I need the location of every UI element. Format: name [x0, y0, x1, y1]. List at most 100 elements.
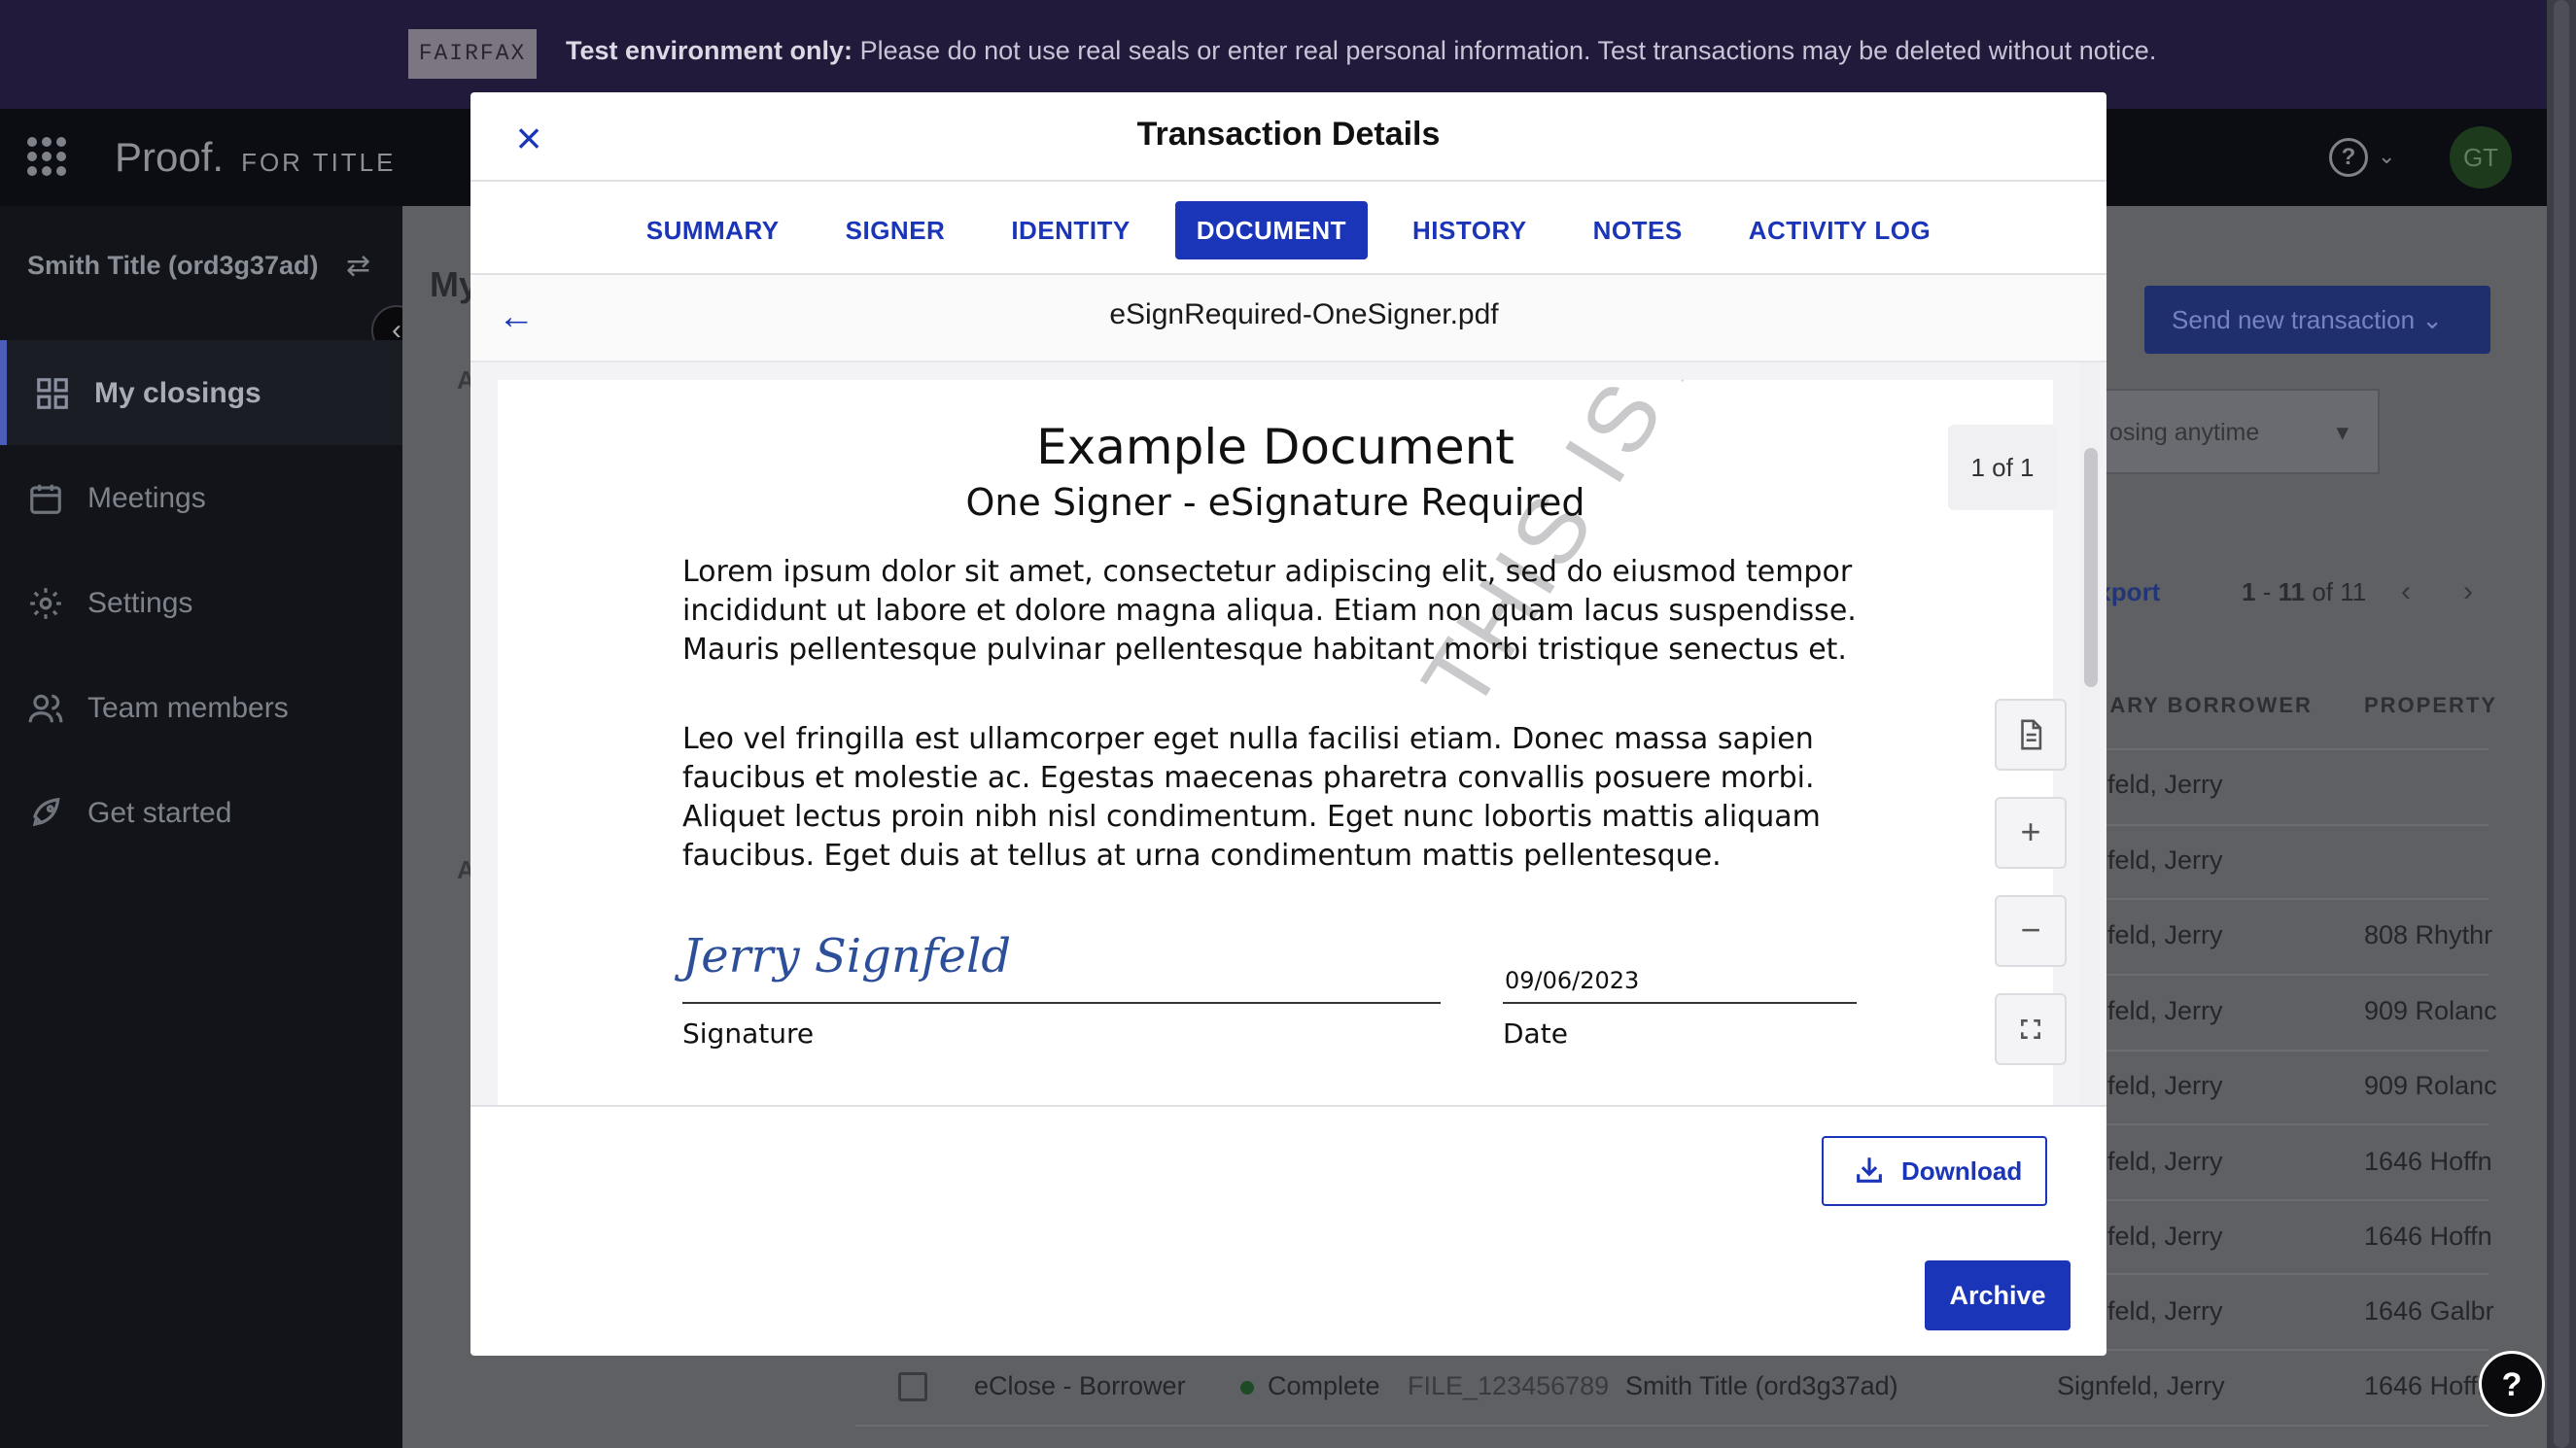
- transaction-details-modal: × Transaction Details SUMMARY SIGNER IDE…: [470, 92, 2106, 1356]
- modal-title: Transaction Details: [1136, 116, 1441, 153]
- sidebar-item-my-closings[interactable]: My closings: [0, 340, 402, 445]
- previous-page-icon[interactable]: ‹: [2401, 575, 2411, 608]
- table-cell-borrower: feld, Jerry: [2107, 845, 2223, 875]
- help-icon[interactable]: ?: [2479, 1351, 2545, 1417]
- zoom-in-button[interactable]: +: [1995, 797, 2067, 869]
- document-subtitle: One Signer - eSignature Required: [965, 481, 1585, 524]
- brand-name: Proof.: [115, 134, 225, 180]
- table-cell-borrower: feld, Jerry: [2107, 1147, 2223, 1176]
- document-paragraph: Leo vel fringilla est ullamcorper eget n…: [682, 722, 1821, 873]
- table-cell-property: 1646 Hoffn: [2364, 1222, 2492, 1251]
- tab-signer[interactable]: SIGNER: [824, 201, 967, 259]
- sidebar-item-label: Settings: [87, 587, 193, 619]
- chevron-down-icon: ⌄: [2421, 305, 2444, 334]
- sidebar-item-label: Meetings: [87, 482, 206, 514]
- signature-date: 09/06/2023: [1505, 967, 1640, 994]
- document-title: Example Document: [1036, 419, 1514, 475]
- table-cell-borrower: feld, Jerry: [2107, 996, 2223, 1025]
- banner-text: Please do not use real seals or enter re…: [859, 36, 2157, 65]
- pagination-info: 1 - 11 of 11: [2242, 577, 2367, 606]
- expand-icon: [2021, 1019, 2040, 1039]
- table-cell-org: Smith Title (ord3g37ad): [1625, 1371, 1898, 1400]
- tab-document[interactable]: DOCUMENT: [1174, 201, 1368, 259]
- tab-activity-log[interactable]: ACTIVITY LOG: [1727, 201, 1953, 259]
- signature: Jerry Signfeld: [682, 929, 1012, 983]
- tab-identity[interactable]: IDENTITY: [990, 201, 1151, 259]
- table-cell-type: eClose - Borrower: [974, 1371, 1186, 1400]
- table-cell-property: 1646 Galbr: [2364, 1296, 2494, 1326]
- calendar-icon: [30, 484, 61, 514]
- document-paragraph: Lorem ipsum dolor sit amet, consectetur …: [682, 555, 1857, 667]
- archive-button[interactable]: Archive: [1925, 1260, 2071, 1330]
- column-header-borrower[interactable]: MARY BORROWER: [2090, 693, 2313, 718]
- zoom-out-button[interactable]: −: [1995, 895, 2067, 967]
- question-circle-icon[interactable]: ?: [2329, 138, 2368, 177]
- sidebar-item-label: Get started: [87, 797, 232, 829]
- table-cell-borrower: feld, Jerry: [2107, 1296, 2223, 1326]
- pager-start: 1: [2242, 577, 2256, 606]
- table-cell-borrower: feld, Jerry: [2107, 920, 2223, 949]
- brand-suffix: FOR TITLE: [241, 148, 397, 177]
- document-viewer[interactable]: THIS IS A TEST DOCUMENT Example Document…: [470, 362, 2106, 1105]
- rocket-icon: [32, 797, 60, 827]
- gear-icon: [30, 588, 61, 619]
- app-launcher-icon[interactable]: [27, 137, 66, 176]
- chevron-down-icon[interactable]: ⌄: [2378, 144, 2395, 169]
- table-cell-property: 909 Rolanc: [2364, 996, 2497, 1025]
- sidebar-item-meetings[interactable]: Meetings: [0, 445, 402, 550]
- table-cell-property: 1646 Hoffn: [2364, 1147, 2492, 1176]
- document-name: eSignRequired-OneSigner.pdf: [1109, 298, 1499, 330]
- table-cell-property: 808 Rhythr: [2364, 920, 2493, 949]
- row-divider: [855, 1425, 2489, 1427]
- divider: [470, 1105, 2106, 1107]
- table-cell-borrower: feld, Jerry: [2107, 1222, 2223, 1251]
- viewer-scrollbar[interactable]: [2084, 448, 2098, 687]
- download-label: Download: [1901, 1156, 2023, 1186]
- environment-badge: FAIRFAX: [408, 29, 537, 79]
- minus-icon: −: [2020, 910, 2041, 949]
- users-icon: [28, 694, 63, 723]
- switch-org-icon[interactable]: ⇄: [346, 249, 370, 283]
- brand-logo[interactable]: Proof. FOR TITLE: [115, 134, 397, 181]
- avatar[interactable]: GT: [2450, 126, 2512, 189]
- status-dot: [1240, 1381, 1254, 1395]
- send-button-label: Send new transaction: [2172, 305, 2416, 334]
- sidebar-item-label: My closings: [94, 377, 261, 409]
- sidebar-item-label: Team members: [87, 692, 289, 724]
- plus-icon: +: [2020, 811, 2041, 851]
- date-label: Date: [1503, 1017, 1568, 1050]
- pager-total: of 11: [2312, 577, 2367, 606]
- row-checkbox[interactable]: [898, 1372, 927, 1401]
- sidebar-item-get-started[interactable]: Get started: [0, 760, 402, 865]
- modal-tabs: SUMMARY SIGNER IDENTITY DOCUMENT HISTORY…: [470, 201, 2106, 259]
- document-page: THIS IS A TEST DOCUMENT Example Document…: [498, 380, 2053, 1105]
- document-outline-button[interactable]: [1995, 699, 2067, 771]
- page-indicator: 1 of 1: [1948, 425, 2057, 510]
- tab-notes[interactable]: NOTES: [1572, 201, 1704, 259]
- fullscreen-button[interactable]: [1995, 993, 2067, 1065]
- table-cell-property: 909 Rolanc: [2364, 1071, 2497, 1100]
- send-new-transaction-button[interactable]: Send new transaction ⌄: [2144, 286, 2490, 354]
- signature-line: [682, 1002, 1441, 1004]
- divider: [470, 180, 2106, 182]
- table-cell-borrower: feld, Jerry: [2107, 770, 2223, 799]
- banner-message: Test environment only: Please do not use…: [566, 36, 2156, 66]
- organization-name: Smith Title (ord3g37ad): [27, 251, 319, 280]
- column-header-property[interactable]: PROPERTY: [2364, 693, 2497, 718]
- download-icon: [1857, 1157, 1882, 1183]
- filter-value: osing anytime: [2109, 419, 2260, 446]
- next-page-icon[interactable]: ›: [2463, 575, 2473, 608]
- pager-end: 11: [2278, 577, 2306, 606]
- sidebar-item-team-members[interactable]: Team members: [0, 655, 402, 760]
- signature-label: Signature: [682, 1017, 815, 1050]
- banner-bold: Test environment only:: [566, 36, 853, 65]
- table-cell-borrower: feld, Jerry: [2107, 1071, 2223, 1100]
- table-cell-property: 1646 Hoffi: [2364, 1371, 2484, 1400]
- download-button[interactable]: Download: [1822, 1136, 2047, 1206]
- page-scrollbar[interactable]: [2554, 0, 2569, 1448]
- tab-summary[interactable]: SUMMARY: [625, 201, 801, 259]
- closing-date-filter[interactable]: osing anytime ▾: [2088, 389, 2380, 474]
- tab-history[interactable]: HISTORY: [1391, 201, 1549, 259]
- table-cell-file: FILE_123456789: [1408, 1371, 1610, 1400]
- sidebar-item-settings[interactable]: Settings: [0, 550, 402, 655]
